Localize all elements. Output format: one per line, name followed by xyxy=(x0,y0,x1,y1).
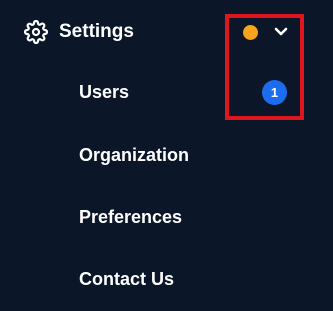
menu-item-contact-us[interactable]: Contact Us xyxy=(0,257,333,301)
menu-item-label: Contact Us xyxy=(79,269,175,289)
notification-badge: 1 xyxy=(262,80,287,105)
menu-item-label: Users xyxy=(79,82,130,102)
menu-item-label: Preferences xyxy=(79,207,183,227)
status-dot xyxy=(243,25,258,40)
settings-menu-header[interactable]: Settings xyxy=(0,8,333,56)
settings-label: Settings xyxy=(59,21,134,42)
chevron-down-icon[interactable] xyxy=(274,26,288,38)
gear-icon xyxy=(24,20,48,44)
menu-item-users[interactable]: Users 1 xyxy=(0,70,333,114)
menu-item-preferences[interactable]: Preferences xyxy=(0,195,333,239)
menu-item-organization[interactable]: Organization xyxy=(0,133,333,177)
menu-item-label: Organization xyxy=(79,145,190,165)
